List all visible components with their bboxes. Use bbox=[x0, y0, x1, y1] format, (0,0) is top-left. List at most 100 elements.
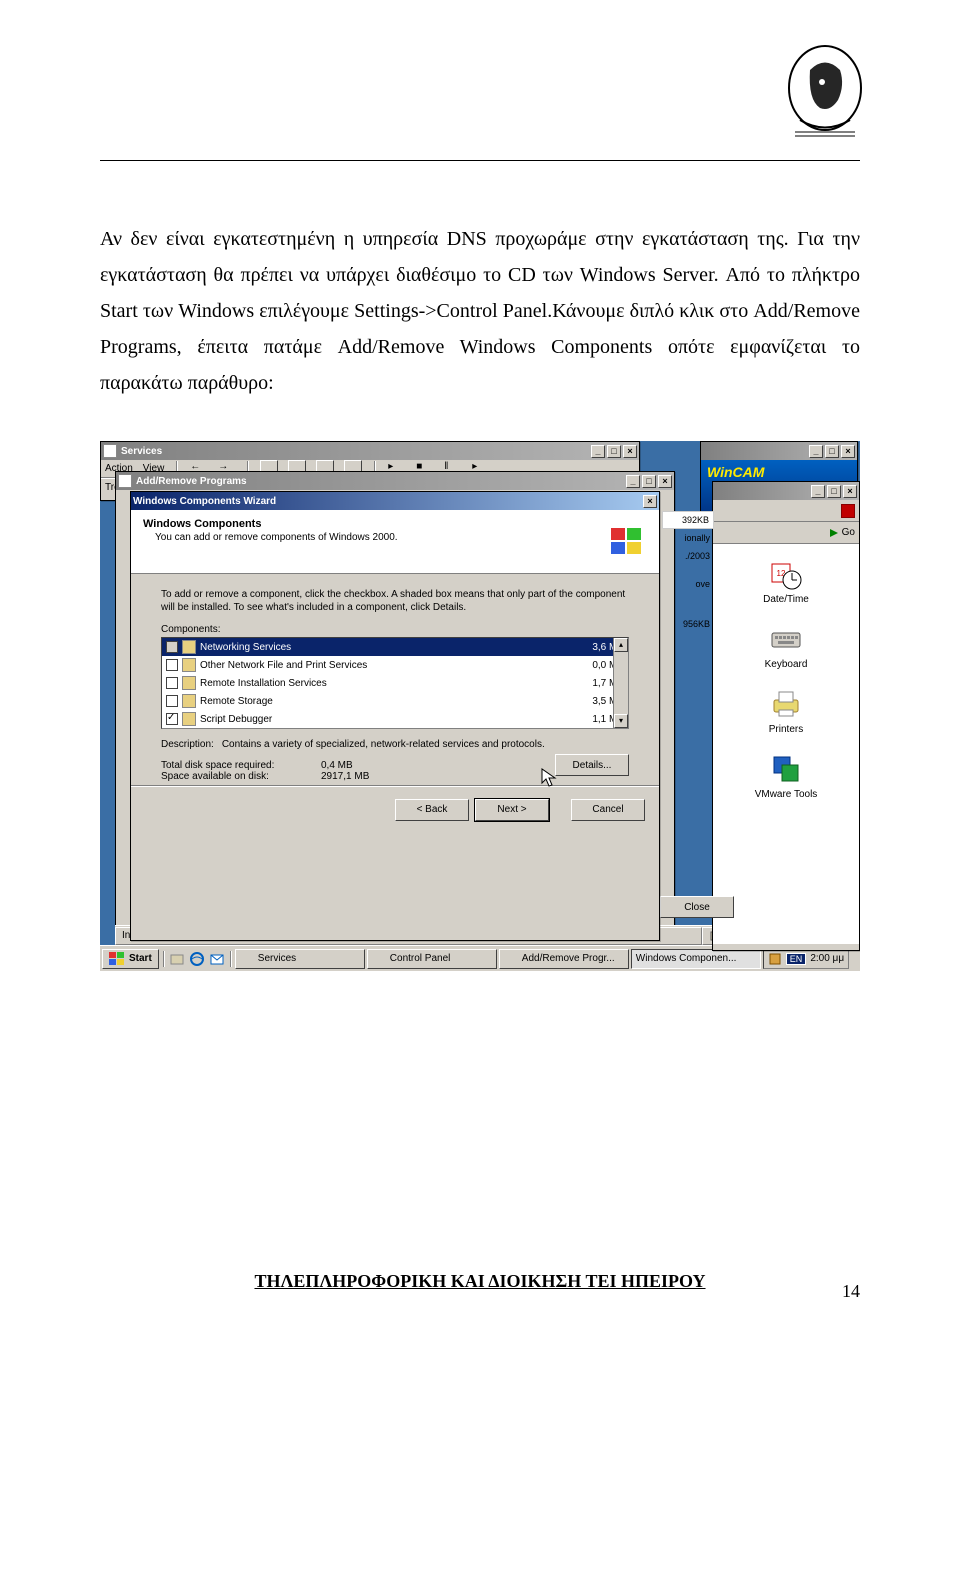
wizard-instructions: To add or remove a component, click the … bbox=[161, 588, 629, 614]
minimize-button[interactable]: _ bbox=[809, 445, 823, 458]
back-button[interactable]: < Back bbox=[395, 799, 469, 821]
screenshot-desktop: Services _ □ × Action View ← → ▸ ■ bbox=[100, 441, 860, 971]
wizard-subheading: You can add or remove components of Wind… bbox=[155, 532, 647, 543]
vmware-icon bbox=[770, 753, 802, 785]
cp-icon-vmware[interactable]: VMware Tools bbox=[751, 753, 821, 800]
checkbox[interactable] bbox=[166, 641, 178, 653]
checkbox[interactable] bbox=[166, 713, 178, 725]
scroll-up-icon[interactable]: ▴ bbox=[614, 638, 628, 652]
component-icon bbox=[182, 658, 196, 672]
services-icon bbox=[103, 444, 117, 458]
system-tray: EN 2:00 μμ bbox=[763, 949, 849, 969]
component-icon bbox=[182, 694, 196, 708]
components-list[interactable]: Networking Services 3,6 MB Other Network… bbox=[161, 637, 629, 729]
wizard-heading: Windows Components bbox=[143, 518, 647, 530]
windows-flag-icon bbox=[607, 522, 647, 562]
addremove-title: Add/Remove Programs bbox=[136, 476, 247, 487]
components-label: Components: bbox=[161, 624, 629, 635]
printers-icon bbox=[770, 688, 802, 720]
desc-text: Contains a variety of specialized, netwo… bbox=[222, 739, 545, 750]
desc-label: Description: bbox=[161, 739, 214, 750]
cp-icon-datetime[interactable]: 12 Date/Time bbox=[751, 558, 821, 605]
cp-icon-printers[interactable]: Printers bbox=[751, 688, 821, 735]
maximize-button[interactable]: □ bbox=[827, 485, 841, 498]
taskbar-task-addremove[interactable]: Add/Remove Progr... bbox=[499, 949, 629, 969]
wizard-header: Windows Components You can add or remove… bbox=[131, 510, 659, 574]
datetime-icon: 12 bbox=[770, 558, 802, 590]
minimize-button[interactable]: _ bbox=[626, 475, 640, 488]
cancel-button[interactable]: Cancel bbox=[571, 799, 645, 821]
minimize-button[interactable]: _ bbox=[811, 485, 825, 498]
close-button[interactable]: × bbox=[843, 485, 857, 498]
comp-row[interactable]: Remote Installation Services 1,7 MB bbox=[162, 674, 628, 692]
addremove-peek: 392KB ionally ./2003 ove 956KB bbox=[662, 511, 714, 633]
tray-icon[interactable] bbox=[768, 952, 782, 966]
peek-size: 392KB bbox=[662, 511, 714, 529]
component-icon bbox=[182, 676, 196, 690]
cp-label: VMware Tools bbox=[755, 789, 818, 800]
taskbar-task-wizard[interactable]: Windows Componen... bbox=[631, 949, 761, 969]
addremove-icon bbox=[118, 474, 132, 488]
wizard-footer: < Back Next > Cancel bbox=[131, 786, 659, 832]
checkbox[interactable] bbox=[166, 659, 178, 671]
comp-row-networking[interactable]: Networking Services 3,6 MB bbox=[162, 638, 628, 656]
wizard-title: Windows Components Wizard bbox=[133, 496, 276, 507]
cp-icon-keyboard[interactable]: Keyboard bbox=[751, 623, 821, 670]
comp-name: Remote Installation Services bbox=[200, 678, 564, 689]
maximize-button[interactable]: □ bbox=[607, 445, 621, 458]
window-controlpanel: _ □ × Go 12 bbox=[712, 481, 860, 951]
cp-label: Date/Time bbox=[763, 594, 809, 605]
comp-name: Script Debugger bbox=[200, 714, 564, 725]
maximize-button[interactable]: □ bbox=[642, 475, 656, 488]
scroll-down-icon[interactable]: ▾ bbox=[614, 714, 628, 728]
comp-row[interactable]: Remote Storage 3,5 MB bbox=[162, 692, 628, 710]
close-button[interactable]: × bbox=[623, 445, 637, 458]
quicklaunch-ie-icon[interactable] bbox=[188, 950, 206, 968]
close-button[interactable]: Close bbox=[660, 896, 734, 918]
language-indicator[interactable]: EN bbox=[786, 953, 807, 965]
comp-name: Other Network File and Print Services bbox=[200, 660, 564, 671]
checkbox[interactable] bbox=[166, 677, 178, 689]
component-icon bbox=[182, 640, 196, 654]
taskbar-task-controlpanel[interactable]: Control Panel bbox=[367, 949, 497, 969]
list-scrollbar[interactable]: ▴ ▾ bbox=[613, 638, 628, 728]
body-paragraph: Αν δεν είναι εγκατεστημένη η υπηρεσία DN… bbox=[100, 221, 860, 401]
header-logo bbox=[780, 40, 870, 145]
cp-label: Keyboard bbox=[765, 659, 808, 670]
wizard-titlebar[interactable]: Windows Components Wizard × bbox=[131, 492, 659, 510]
next-button[interactable]: Next > bbox=[475, 799, 549, 821]
addremove-titlebar[interactable]: Add/Remove Programs _ □ × bbox=[116, 472, 674, 490]
taskbar-task-services[interactable]: Services bbox=[235, 949, 365, 969]
peek-size: 956KB bbox=[662, 615, 714, 633]
close-button[interactable]: × bbox=[841, 445, 855, 458]
start-button[interactable]: Start bbox=[102, 949, 159, 969]
comp-row[interactable]: Other Network File and Print Services 0,… bbox=[162, 656, 628, 674]
cp-label: Printers bbox=[769, 724, 803, 735]
close-button[interactable]: × bbox=[658, 475, 672, 488]
page-number: 14 bbox=[842, 1281, 860, 1302]
quicklaunch-icon[interactable] bbox=[168, 950, 186, 968]
peek-text: ionally bbox=[662, 529, 714, 547]
checkbox[interactable] bbox=[166, 695, 178, 707]
quicklaunch-outlook-icon[interactable] bbox=[208, 950, 226, 968]
clock: 2:00 μμ bbox=[810, 953, 844, 964]
windows-flag-icon bbox=[109, 952, 125, 966]
services-title: Services bbox=[121, 446, 162, 457]
window-wizard: Windows Components Wizard × Windows Comp… bbox=[130, 491, 660, 941]
peek-text: ove bbox=[662, 575, 714, 593]
comp-row[interactable]: Script Debugger 1,1 MB bbox=[162, 710, 628, 728]
close-button[interactable]: × bbox=[643, 495, 657, 508]
wincam-title: WinCAM bbox=[707, 464, 851, 480]
footer-text: ΤΗΛΕΠΛΗΡΟΦΟΡΙΚΗ ΚΑΙ ΔΙΟΙΚΗΣΗ ΤΕΙ ΗΠΕΙΡΟΥ bbox=[100, 1271, 860, 1292]
minimize-button[interactable]: _ bbox=[591, 445, 605, 458]
details-button[interactable]: Details... bbox=[555, 754, 629, 776]
peek-text: ./2003 bbox=[662, 547, 714, 565]
header-rule bbox=[100, 160, 860, 161]
go-button[interactable]: Go bbox=[828, 527, 855, 539]
component-icon bbox=[182, 712, 196, 726]
maximize-button[interactable]: □ bbox=[825, 445, 839, 458]
services-titlebar[interactable]: Services _ □ × bbox=[101, 442, 639, 460]
keyboard-icon bbox=[770, 623, 802, 655]
comp-name: Remote Storage bbox=[200, 696, 564, 707]
comp-name: Networking Services bbox=[200, 642, 564, 653]
